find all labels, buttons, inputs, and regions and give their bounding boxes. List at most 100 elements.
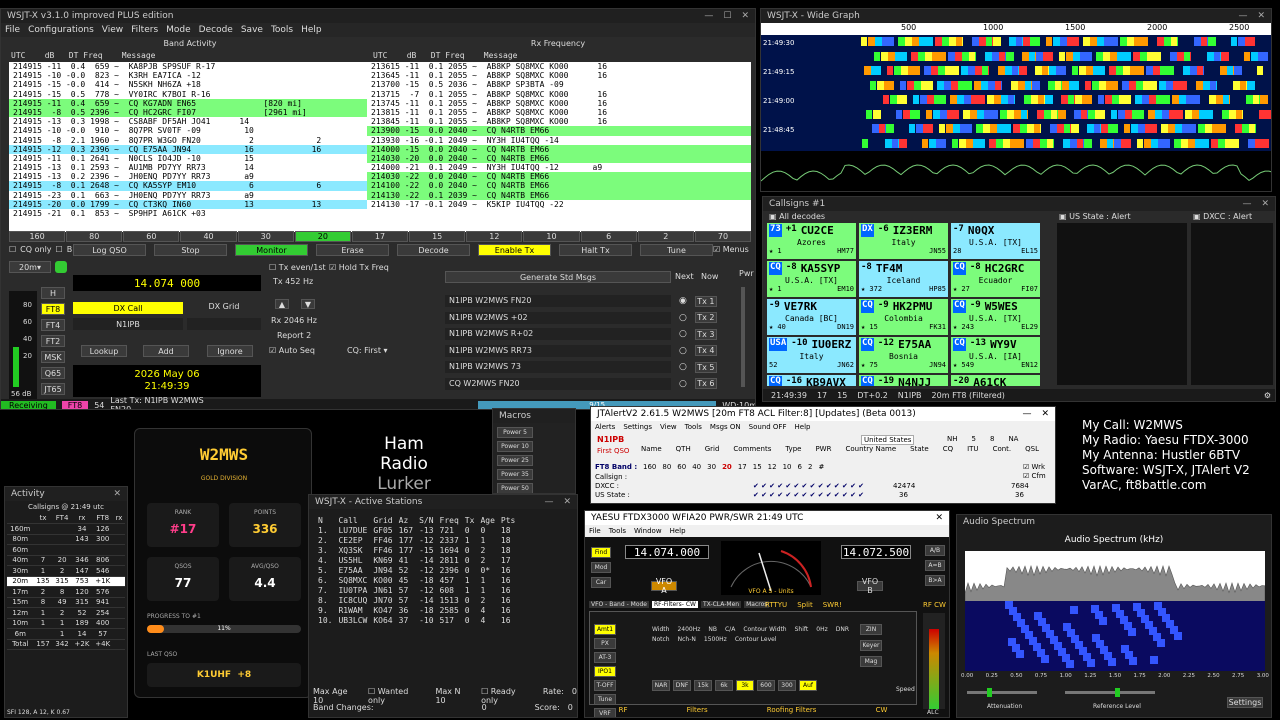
dx-grid-input[interactable] (187, 318, 261, 330)
rx-row[interactable]: 213715 -7 0.1 2055 ~ AB8KP SQ8MXC KO00 1… (367, 90, 751, 99)
rf-button[interactable]: Amt1 (594, 624, 616, 635)
close-icon[interactable]: ✕ (563, 497, 571, 507)
decode-row[interactable]: 214915 -15 0.5 778 ~ VY0IRC K7BOI R-16 (9, 90, 367, 99)
tx5-button[interactable]: Tx 5 (694, 361, 717, 373)
minimize-icon[interactable]: — (1242, 199, 1251, 209)
menu-item[interactable]: File (5, 25, 20, 35)
reference-slider[interactable] (1065, 688, 1155, 697)
tx-down-icon[interactable]: ▼ (301, 299, 315, 309)
filter-button[interactable]: 600 (757, 680, 775, 691)
station-row[interactable]: 7. IU0TPA JN61 57 -12 608 1 1 16 (315, 585, 518, 595)
decode-row[interactable]: 214915 -23 0.1 663 ~ JH0ENQ PD7YY RR73 a… (9, 191, 367, 200)
log-qso-button[interactable]: Log QSO (73, 244, 146, 256)
decode-row[interactable]: 214915 -13 0.3 1998 ~ CS8ABF DF5AH JO41 … (9, 117, 367, 126)
band-button-30[interactable]: 30 (237, 231, 294, 242)
next-radio[interactable]: ○ (679, 362, 687, 372)
filter-control[interactable]: NB (708, 626, 717, 633)
filter-control[interactable]: 1500Hz (704, 636, 727, 643)
rx-row[interactable]: 213700 -15 0.5 2036 ~ AB8KP SP3BTA -09 (367, 80, 751, 89)
rx-row[interactable]: 214130 -17 -0.1 2049 ~ K5KIP IU4TQQ -22 (367, 200, 751, 209)
dx-call-input[interactable]: N1IPB (73, 318, 183, 330)
ftdx-right-button[interactable]: A=B (925, 560, 945, 571)
rf-button[interactable]: IPO1 (594, 666, 616, 677)
callsign-cell[interactable]: CQ -9 HK2PMU Colombia ★ 15 FK31 (859, 299, 948, 335)
country-field[interactable]: United States (861, 435, 915, 445)
tx-hz[interactable]: Tx 452 Hz (273, 277, 313, 286)
auto-seq-toggle[interactable]: ☑ Auto Seq (269, 346, 315, 355)
mode-button-q65[interactable]: Q65 (41, 367, 65, 379)
tx1-button[interactable]: Tx 1 (694, 295, 717, 307)
menu-item[interactable]: Window (634, 527, 662, 535)
mode-button-ft4[interactable]: FT4 (41, 319, 65, 331)
next-radio[interactable]: ○ (679, 313, 687, 323)
cfm-toggle[interactable]: ☑ Cfm (1023, 472, 1046, 481)
rx-row[interactable]: 214030 -20 0.0 2040 ~ CQ N4RTB EM66 (367, 153, 751, 164)
menu-item[interactable]: Decode (199, 25, 233, 35)
stop-button[interactable]: Stop (154, 244, 227, 256)
report[interactable]: Report 2 (277, 331, 311, 340)
tx-message-field[interactable]: CQ W2MWS FN20 (445, 377, 671, 390)
tx6-button[interactable]: Tx 6 (694, 378, 717, 390)
band-button-40[interactable]: 40 (180, 231, 237, 242)
callsign-cell[interactable]: -9 VE7RK Canada [BC] ★ 40 DN19 (767, 299, 856, 335)
menu-item[interactable]: Help (301, 25, 322, 35)
next-radio[interactable]: ○ (679, 329, 687, 339)
decode-row[interactable]: 214915 -8 2.1 1960 ~ 8Q7PR W3GO FN20 2 2 (9, 136, 367, 145)
filter-control[interactable]: C/A (725, 626, 735, 633)
mode-button-ft2[interactable]: FT2 (41, 335, 65, 347)
decode-row[interactable]: 214915 -11 0.4 659 ~ KA8PJB SP9SUF R-17 (9, 62, 367, 71)
ftdx-tab[interactable]: TX-CLA-Men (700, 601, 742, 608)
callsign-cell[interactable]: USA -10 IU0ERZ Italy 52 JN62 (767, 337, 856, 373)
dxcc-alert-list[interactable] (1191, 223, 1273, 385)
band-button-80[interactable]: 80 (66, 231, 123, 242)
station-row[interactable]: 3. XQ3SK FF46 177 -15 1694 0 2 18 (315, 545, 518, 555)
minimize-icon[interactable]: — (1022, 409, 1031, 419)
cw-button[interactable]: Mag (860, 656, 882, 667)
band-button-6[interactable]: 6 (580, 231, 637, 242)
mode-button-msk[interactable]: MSK (41, 351, 65, 363)
band-button-15[interactable]: 15 (409, 231, 466, 242)
rf-button[interactable]: PX (594, 638, 616, 649)
waterfall[interactable]: 21:49:30 21:49:15 21:49:00 21:48:45 (761, 35, 1271, 151)
filter-button[interactable]: Auf (799, 680, 817, 691)
band-button-160[interactable]: 160 (9, 231, 66, 242)
decode-row[interactable]: 214915 -13 0.2 2396 ~ JH0ENQ PD7YY RR73 … (9, 172, 367, 181)
decode-row[interactable]: 214915 -8 0.1 2648 ~ CQ KA5SYP EM10 6 6 (9, 181, 367, 191)
station-row[interactable]: 10. UB3LCW KO64 37 -10 517 0 4 16 (315, 615, 518, 625)
monitor-button[interactable]: Monitor (235, 244, 308, 256)
station-row[interactable]: 1. LU7DUE GF05 167 -13 721 0 0 18 (315, 525, 518, 535)
decode-row[interactable]: 214915 -10 -0.0 823 ~ K3RH EA7ICA -12 (9, 71, 367, 80)
decode-row[interactable]: 214915 -10 -0.0 910 ~ 8Q7PR SV0TF -09 10 (9, 126, 367, 135)
rx-row[interactable]: 213930 -16 -0.1 2049 ~ NY3H IU4TQQ -14 (367, 136, 751, 145)
next-radio[interactable]: ◉ (679, 296, 687, 306)
station-row[interactable]: 9. R1WAM KO47 36 -18 2585 0 4 16 (315, 605, 518, 615)
menu-item[interactable]: File (589, 527, 601, 535)
filter-button[interactable]: 6k (715, 680, 733, 691)
vfo-b-button[interactable]: VFO B (857, 577, 883, 595)
filter-button[interactable]: NAR (652, 680, 670, 691)
callsign-cell[interactable]: CQ -16 KB9AVX (767, 375, 856, 386)
band-button-60[interactable]: 60 (123, 231, 180, 242)
menu-item[interactable]: Settings (623, 423, 652, 431)
station-row[interactable]: 4. US5HL KN69 41 -14 2811 0 2 17 (315, 555, 518, 565)
rx-row[interactable]: 214130 -22 0.1 2039 ~ CQ N4RTB EM66 (367, 190, 751, 200)
lookup-button[interactable]: Lookup (81, 345, 127, 357)
rf-button[interactable]: T-OFF (594, 680, 616, 691)
cq-field[interactable]: 5 (972, 435, 976, 443)
filter-control[interactable]: Nch-N (678, 636, 696, 643)
tune-button[interactable]: Tune (640, 244, 713, 256)
station-row[interactable]: 5. E75AA JN94 52 -12 2396 0 0* 16 (315, 565, 518, 575)
ftdx-right-button[interactable]: B>A (925, 575, 945, 586)
macro-button[interactable]: Power 25 (497, 455, 533, 466)
callsign-cell[interactable]: DX -6 IZ3ERM Italy JN55 (859, 223, 948, 259)
tx-message-field[interactable]: N1IPB W2MWS RR73 (445, 344, 671, 357)
rf-button[interactable]: AT-3 (594, 652, 616, 663)
state-field[interactable]: NH (947, 435, 958, 443)
cq-first-select[interactable]: CQ: First ▾ (347, 346, 388, 355)
filter-button[interactable]: 15k (694, 680, 712, 691)
rf-button[interactable]: Tune (594, 694, 616, 705)
menu-item[interactable]: Tools (685, 423, 702, 431)
callsign-cell[interactable]: CQ -8 KA5SYP U.S.A. [TX] ★ 1 EM10 (767, 261, 856, 297)
close-icon[interactable]: ✕ (1257, 11, 1265, 21)
menu-item[interactable]: Help (795, 423, 811, 431)
